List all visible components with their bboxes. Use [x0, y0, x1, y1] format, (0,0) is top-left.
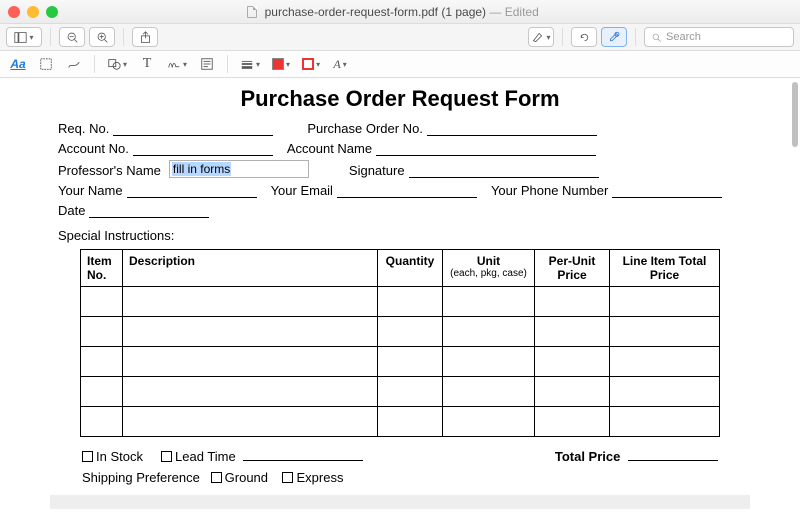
- primary-toolbar: ▾ ▾ Search: [0, 24, 800, 51]
- total-price-field[interactable]: [628, 445, 718, 461]
- fill-color-tool[interactable]: ▾: [298, 54, 324, 74]
- signature-field[interactable]: [409, 162, 599, 178]
- order-table: Item No. Description Quantity Unit(each,…: [80, 249, 720, 437]
- account-name-label: Account Name: [287, 141, 372, 156]
- professor-label: Professor's Name: [58, 163, 161, 178]
- your-phone-field[interactable]: [612, 182, 722, 198]
- rect-select-tool[interactable]: [34, 54, 58, 74]
- your-phone-label: Your Phone Number: [491, 183, 608, 198]
- lead-time-label: Lead Time: [175, 449, 236, 464]
- scrollbar-thumb[interactable]: [792, 82, 798, 147]
- account-name-field[interactable]: [376, 140, 596, 156]
- vertical-scrollbar[interactable]: [792, 82, 798, 517]
- document-viewport[interactable]: Purchase Order Request Form Req. No. Pur…: [0, 78, 800, 521]
- account-no-label: Account No.: [58, 141, 129, 156]
- express-label: Express: [296, 470, 343, 485]
- shipping-pref-label: Shipping Preference: [82, 470, 200, 485]
- highlight-button[interactable]: ▾: [528, 27, 554, 47]
- th-item-no: Item No.: [81, 250, 123, 287]
- sketch-tool[interactable]: [62, 54, 86, 74]
- date-label: Date: [58, 203, 85, 218]
- window-title: purchase-order-request-form.pdf (1 page)…: [65, 5, 721, 19]
- window-titlebar: purchase-order-request-form.pdf (1 page)…: [0, 0, 800, 24]
- account-no-field[interactable]: [133, 140, 273, 156]
- professor-text-annotation[interactable]: fill in forms: [169, 160, 309, 178]
- search-placeholder: Search: [666, 31, 701, 43]
- your-name-field[interactable]: [127, 182, 257, 198]
- ground-checkbox[interactable]: [211, 472, 222, 483]
- your-email-field[interactable]: [337, 182, 477, 198]
- edited-indicator: Edited: [505, 5, 539, 19]
- th-unit: Unit(each, pkg, case): [443, 250, 535, 287]
- text-select-tool[interactable]: Aa: [6, 54, 30, 74]
- text-style-tool[interactable]: A▾: [328, 54, 352, 74]
- traffic-lights: [8, 6, 58, 18]
- date-field[interactable]: [89, 202, 209, 218]
- lead-time-checkbox[interactable]: [161, 451, 172, 462]
- ground-label: Ground: [225, 470, 268, 485]
- search-input[interactable]: Search: [644, 27, 794, 47]
- view-mode-button[interactable]: ▾: [6, 27, 42, 47]
- table-row[interactable]: [81, 377, 720, 407]
- zoom-window-button[interactable]: [46, 6, 58, 18]
- table-row[interactable]: [81, 287, 720, 317]
- professor-value: fill in forms: [172, 162, 231, 176]
- req-no-field[interactable]: [113, 120, 273, 136]
- signature-label: Signature: [349, 163, 405, 178]
- total-price-label: Total Price: [555, 449, 621, 464]
- po-no-label: Purchase Order No.: [307, 121, 423, 136]
- th-line-total: Line Item Total Price: [610, 250, 720, 287]
- markup-button[interactable]: [601, 27, 627, 47]
- document-icon: [247, 6, 257, 18]
- your-email-label: Your Email: [271, 183, 333, 198]
- search-icon: [651, 32, 662, 43]
- table-row[interactable]: [81, 317, 720, 347]
- minimize-window-button[interactable]: [27, 6, 39, 18]
- th-quantity: Quantity: [378, 250, 443, 287]
- th-description: Description: [123, 250, 378, 287]
- table-row[interactable]: [81, 347, 720, 377]
- po-no-field[interactable]: [427, 120, 597, 136]
- rotate-button[interactable]: [571, 27, 597, 47]
- form-title: Purchase Order Request Form: [30, 86, 770, 112]
- pdf-page: Purchase Order Request Form Req. No. Pur…: [0, 78, 800, 509]
- in-stock-label: In Stock: [96, 449, 143, 464]
- zoom-out-button[interactable]: [59, 27, 85, 47]
- text-tool[interactable]: T: [135, 54, 159, 74]
- in-stock-checkbox[interactable]: [82, 451, 93, 462]
- page-footer-shadow: [50, 495, 750, 509]
- window-filename: purchase-order-request-form.pdf (1 page): [265, 5, 486, 19]
- share-button[interactable]: [132, 27, 158, 47]
- th-per-unit: Per-Unit Price: [535, 250, 610, 287]
- express-checkbox[interactable]: [282, 472, 293, 483]
- markup-toolbar: Aa ▾ T ▾ ▾ ▾ ▾ A▾: [0, 51, 800, 78]
- your-name-label: Your Name: [58, 183, 123, 198]
- line-weight-tool[interactable]: ▾: [236, 54, 264, 74]
- border-color-tool[interactable]: ▾: [268, 54, 294, 74]
- sign-tool[interactable]: ▾: [163, 54, 191, 74]
- close-window-button[interactable]: [8, 6, 20, 18]
- zoom-in-button[interactable]: [89, 27, 115, 47]
- note-tool[interactable]: [195, 54, 219, 74]
- req-no-label: Req. No.: [58, 121, 109, 136]
- table-row[interactable]: [81, 407, 720, 437]
- lead-time-field[interactable]: [243, 445, 363, 461]
- shapes-tool[interactable]: ▾: [103, 54, 131, 74]
- special-instructions-label: Special Instructions:: [58, 228, 742, 243]
